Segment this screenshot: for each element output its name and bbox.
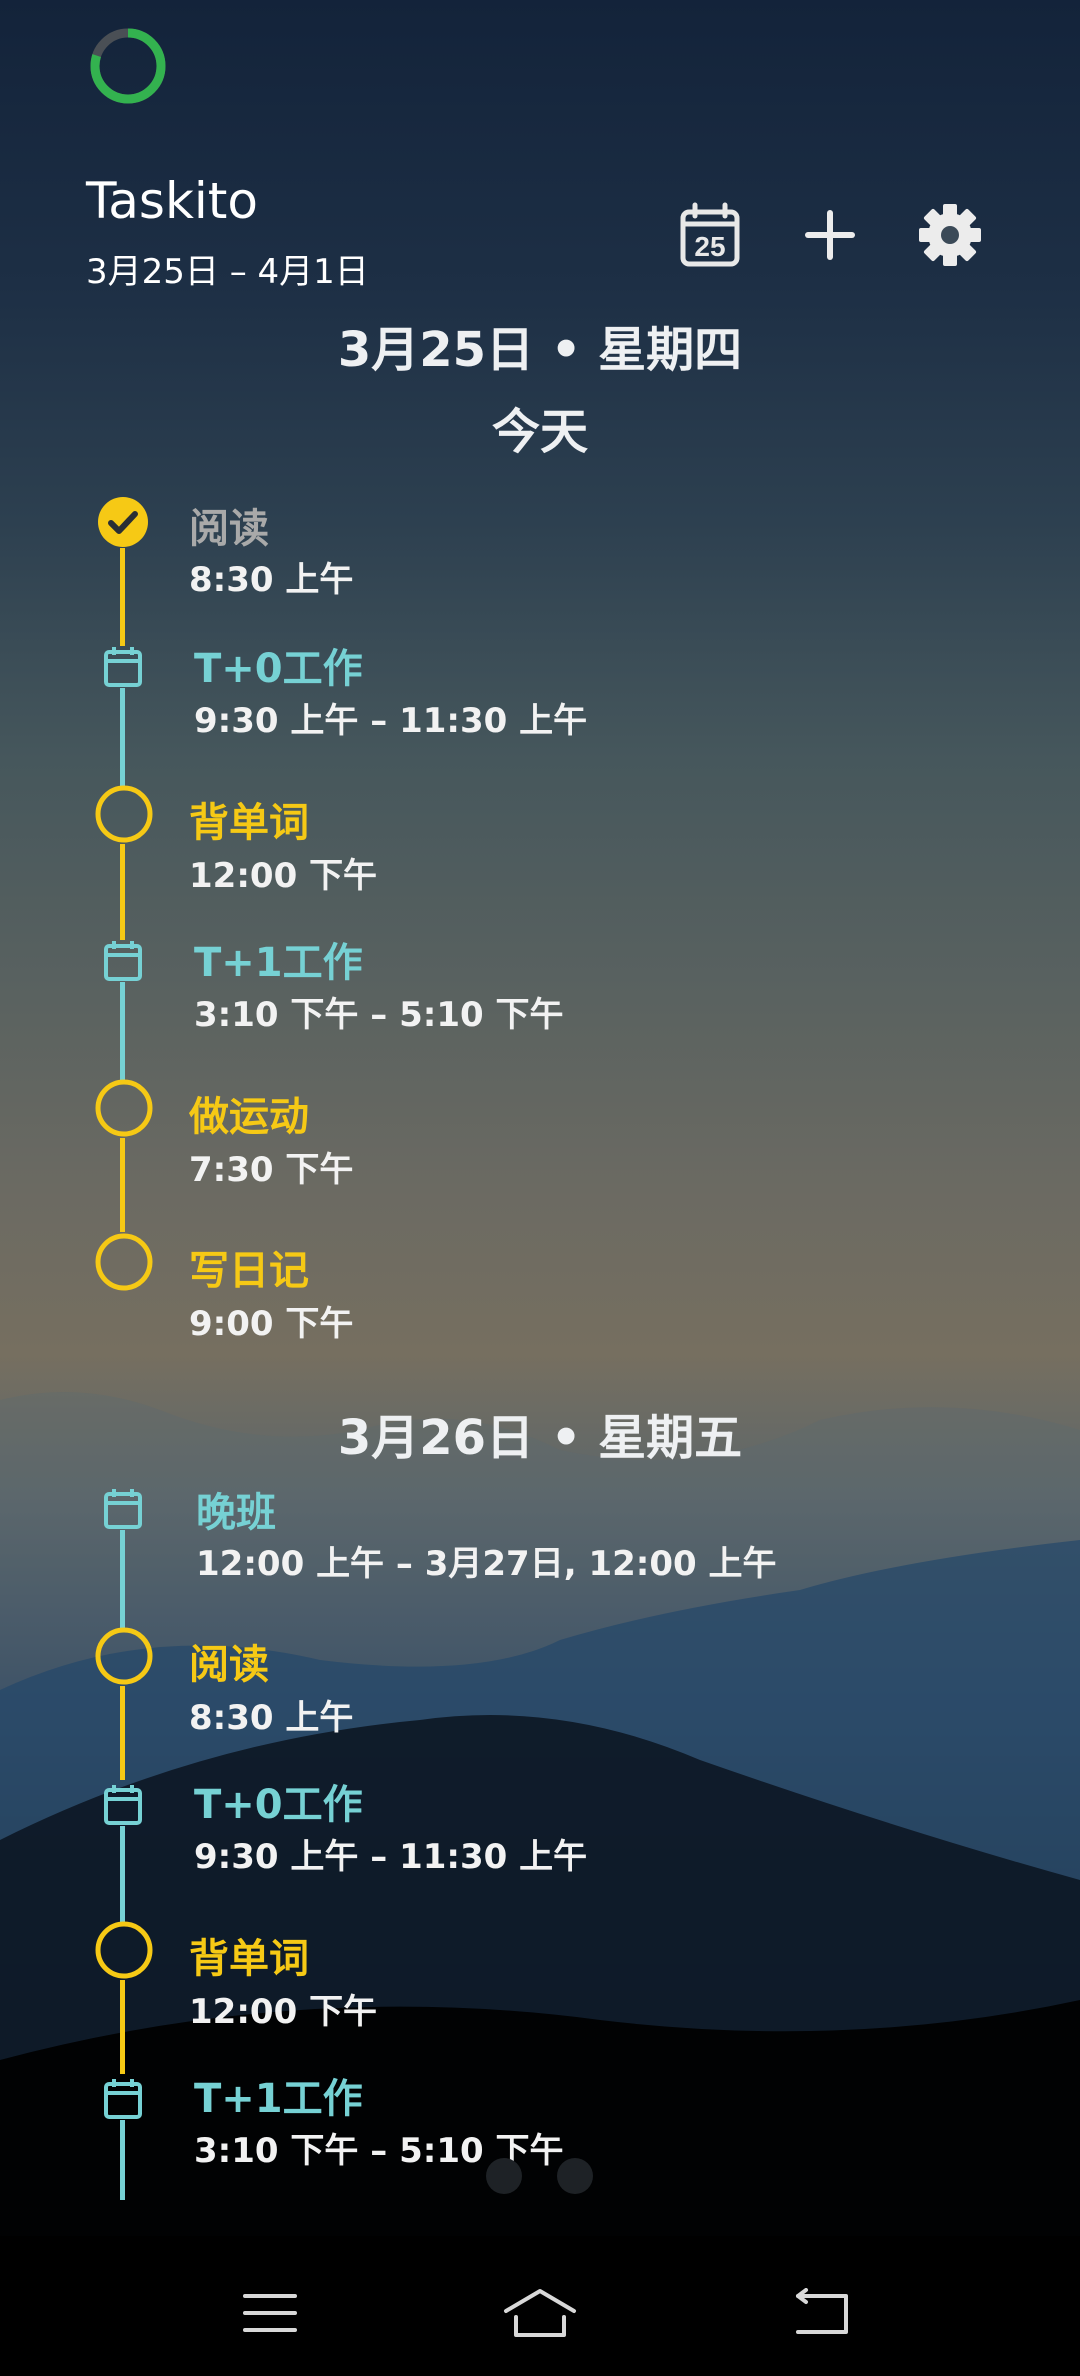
- timeline-segment: [120, 1686, 125, 1780]
- calendar-event-icon: [104, 1489, 142, 1529]
- app-title: Taskito: [86, 172, 258, 230]
- task-checkbox[interactable]: [94, 1626, 154, 1690]
- calendar-event-icon: [104, 647, 142, 687]
- event-time: 12:00 上午 – 3月27日, 12:00 上午: [196, 1544, 777, 1584]
- settings-button[interactable]: [910, 195, 990, 275]
- task-title[interactable]: 阅读: [189, 496, 269, 554]
- calendar-icon: 25: [680, 202, 740, 267]
- event-marker: [103, 646, 143, 692]
- today-label: 今天: [491, 404, 588, 460]
- task-title[interactable]: 写日记: [189, 1238, 309, 1296]
- circle-icon: [95, 1079, 153, 1137]
- task-time: 9:00 下午: [189, 1304, 354, 1344]
- calendar-event-icon: [104, 1785, 142, 1825]
- timeline-segment: [120, 1530, 125, 1630]
- timeline-segment: [120, 2120, 125, 2200]
- event-title[interactable]: 晚班: [196, 1480, 276, 1538]
- event-title[interactable]: T+0工作: [194, 1772, 363, 1830]
- circle-icon: [95, 1233, 153, 1291]
- home-icon: [504, 2289, 576, 2337]
- back-icon: [796, 2288, 848, 2334]
- task-checkbox[interactable]: [94, 1232, 154, 1296]
- page-indicator-dot[interactable]: [486, 2158, 522, 2194]
- event-marker: [103, 1488, 143, 1534]
- task-time: 7:30 下午: [189, 1150, 354, 1190]
- event-time: 9:30 上午 – 11:30 上午: [194, 1837, 588, 1877]
- event-time: 3:10 下午 – 5:10 下午: [194, 995, 564, 1035]
- event-marker: [103, 1784, 143, 1830]
- timeline-segment: [120, 1826, 125, 1926]
- calendar-day-number: 25: [694, 231, 725, 262]
- task-time: 12:00 下午: [189, 856, 378, 896]
- menu-button[interactable]: [220, 2268, 320, 2358]
- circle-icon: [95, 785, 153, 843]
- timeline-segment: [120, 982, 125, 1082]
- event-marker: [103, 940, 143, 986]
- task-title[interactable]: 做运动: [189, 1084, 309, 1142]
- event-marker: [103, 2078, 143, 2124]
- day-heading: 3月26日 • 星期五: [337, 1410, 743, 1466]
- menu-icon: [243, 2294, 297, 2332]
- task-title[interactable]: 阅读: [189, 1632, 269, 1690]
- home-button[interactable]: [490, 2268, 590, 2358]
- task-time: 8:30 上午: [189, 560, 354, 600]
- task-title[interactable]: 背单词: [189, 1926, 309, 1984]
- timeline-segment: [120, 844, 125, 940]
- timeline-segment: [120, 688, 125, 788]
- circle-icon: [95, 1921, 153, 1979]
- task-time: 8:30 上午: [189, 1698, 354, 1738]
- task-complete-checkbox[interactable]: [97, 496, 149, 552]
- page-indicator-dot[interactable]: [557, 2158, 593, 2194]
- timeline-segment: [120, 1980, 125, 2074]
- event-title[interactable]: T+1工作: [194, 930, 363, 988]
- calendar-event-icon: [104, 2079, 142, 2119]
- event-title[interactable]: T+1工作: [194, 2066, 363, 2124]
- task-checkbox[interactable]: [94, 1920, 154, 1984]
- event-title[interactable]: T+0工作: [194, 636, 363, 694]
- back-button[interactable]: [774, 2268, 874, 2358]
- circle-icon: [95, 1627, 153, 1685]
- timeline-segment: [120, 548, 125, 646]
- task-checkbox[interactable]: [94, 784, 154, 848]
- task-title[interactable]: 背单词: [189, 790, 309, 848]
- timeline-segment: [120, 1138, 125, 1232]
- add-button[interactable]: [790, 195, 870, 275]
- calendar-event-icon: [104, 941, 142, 981]
- check-circle-icon: [98, 497, 148, 547]
- progress-ring: [90, 28, 166, 104]
- calendar-button[interactable]: 25: [670, 195, 750, 275]
- gear-icon: [919, 204, 981, 266]
- plus-icon: [805, 210, 855, 260]
- task-time: 12:00 下午: [189, 1992, 378, 2032]
- event-time: 9:30 上午 – 11:30 上午: [194, 701, 588, 741]
- day-heading: 3月25日 • 星期四: [337, 322, 743, 378]
- date-range: 3月25日 – 4月1日: [86, 252, 369, 292]
- task-checkbox[interactable]: [94, 1078, 154, 1142]
